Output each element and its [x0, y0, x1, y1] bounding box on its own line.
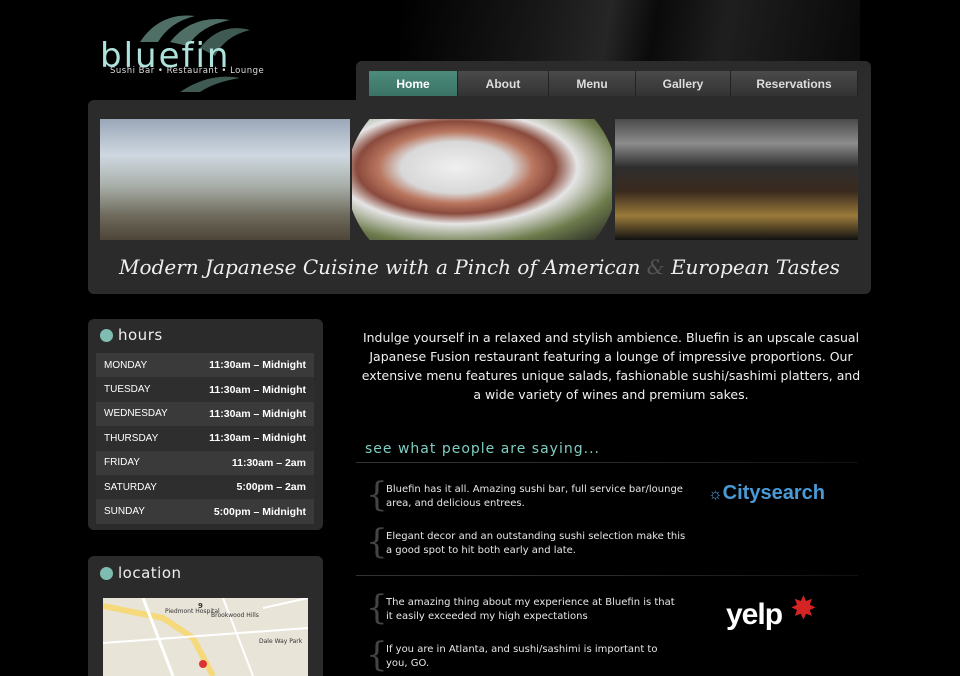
- brand-subtitle: Sushi Bar • Restaurant • Lounge: [110, 66, 265, 76]
- hours-day: THURSDAY: [104, 432, 159, 444]
- location-title: location: [118, 564, 182, 582]
- yelp-burst-icon: ✸: [790, 589, 817, 627]
- nav-reservations[interactable]: Reservations: [731, 71, 858, 96]
- nav-menu[interactable]: Menu: [549, 71, 636, 96]
- hours-time: 11:30am – Midnight: [209, 432, 306, 445]
- main-nav: Home About Menu Gallery Reservations: [369, 71, 858, 96]
- quote-brace: {: [366, 635, 388, 675]
- hours-time: 5:00pm – Midnight: [213, 505, 306, 518]
- food-plate-photo: [352, 119, 612, 240]
- header-swoosh-decoration: [400, 0, 860, 70]
- hours-day: FRIDAY: [104, 457, 140, 469]
- reviews-divider: [356, 462, 858, 463]
- citysearch-logo-text: Citysearch: [722, 482, 825, 504]
- tagline-part-2: European Tastes: [670, 255, 840, 279]
- quote-brace: {: [366, 588, 388, 628]
- nav-home[interactable]: Home: [369, 71, 458, 96]
- bar-photo: [615, 119, 858, 240]
- citysearch-swirl-icon: ☼: [708, 486, 723, 503]
- nav-about[interactable]: About: [458, 71, 549, 96]
- hours-table: MONDAY 11:30am – Midnight TUESDAY 11:30am …: [96, 353, 314, 524]
- hours-day: TUESDAY: [104, 384, 151, 396]
- hours-time: 11:30am – Midnight: [209, 359, 306, 372]
- hours-time: 11:30am – 2am: [231, 456, 306, 469]
- reviews-divider: [356, 575, 858, 576]
- map-label-brookwood: Brookwood Hills: [211, 612, 259, 619]
- hero-photos: [100, 119, 858, 240]
- dining-room-photo: [100, 119, 350, 240]
- hours-row: TUESDAY 11:30am – Midnight: [96, 377, 314, 402]
- hours-time: 11:30am – Midnight: [209, 383, 306, 396]
- home-icon: [100, 567, 113, 580]
- review-quote: The amazing thing about my experience at…: [386, 597, 675, 622]
- quote-brace: {: [366, 522, 388, 562]
- clock-icon: [100, 329, 113, 342]
- quote-brace: {: [366, 475, 388, 515]
- hours-day: SUNDAY: [104, 506, 145, 518]
- hours-time: 11:30am – Midnight: [209, 407, 306, 420]
- hours-row: MONDAY 11:30am – Midnight: [96, 353, 314, 378]
- hours-row: WEDNESDAY 11:30am – Midnight: [96, 401, 314, 427]
- hours-day: MONDAY: [104, 359, 148, 371]
- hero-tagline: Modern Japanese Cuisine with a Pinch of …: [88, 255, 871, 279]
- citysearch-logo[interactable]: ☼Citysearch: [708, 482, 825, 505]
- reviews-heading: see what people are saying...: [365, 441, 600, 457]
- tagline-part-1: Modern Japanese Cuisine with a Pinch of …: [119, 255, 641, 279]
- hours-title: hours: [118, 326, 163, 344]
- map-route-badge: 9: [198, 602, 203, 610]
- map-label-daleway: Dale Way Park: [259, 638, 303, 645]
- review-quote: Elegant decor and an outstanding sushi s…: [386, 531, 686, 556]
- review-quote: Bluefin has it all. Amazing sushi bar, f…: [386, 484, 683, 509]
- hours-day: SATURDAY: [104, 481, 157, 493]
- intro-paragraph: Indulge yourself in a relaxed and stylis…: [361, 330, 861, 402]
- brand-logo[interactable]: bluefin Sushi Bar • Restaurant • Lounge: [100, 12, 268, 92]
- hours-row: SUNDAY 5:00pm – Midnight: [96, 499, 314, 524]
- review-quote: If you are in Atlanta, and sushi/sashimi…: [386, 644, 658, 669]
- location-map[interactable]: Piedmont Hospital Brookwood Hills Dale W…: [103, 598, 308, 676]
- hours-row: FRIDAY 11:30am – 2am: [96, 450, 314, 475]
- yelp-logo[interactable]: yelp: [726, 598, 783, 632]
- hours-time: 5:00pm – 2am: [236, 481, 306, 494]
- hours-day: WEDNESDAY: [104, 408, 168, 420]
- hours-row: THURSDAY 11:30am – Midnight: [96, 426, 314, 451]
- nav-gallery[interactable]: Gallery: [636, 71, 731, 96]
- hours-row: SATURDAY 5:00pm – 2am: [96, 474, 314, 500]
- tagline-ampersand: &: [646, 255, 665, 279]
